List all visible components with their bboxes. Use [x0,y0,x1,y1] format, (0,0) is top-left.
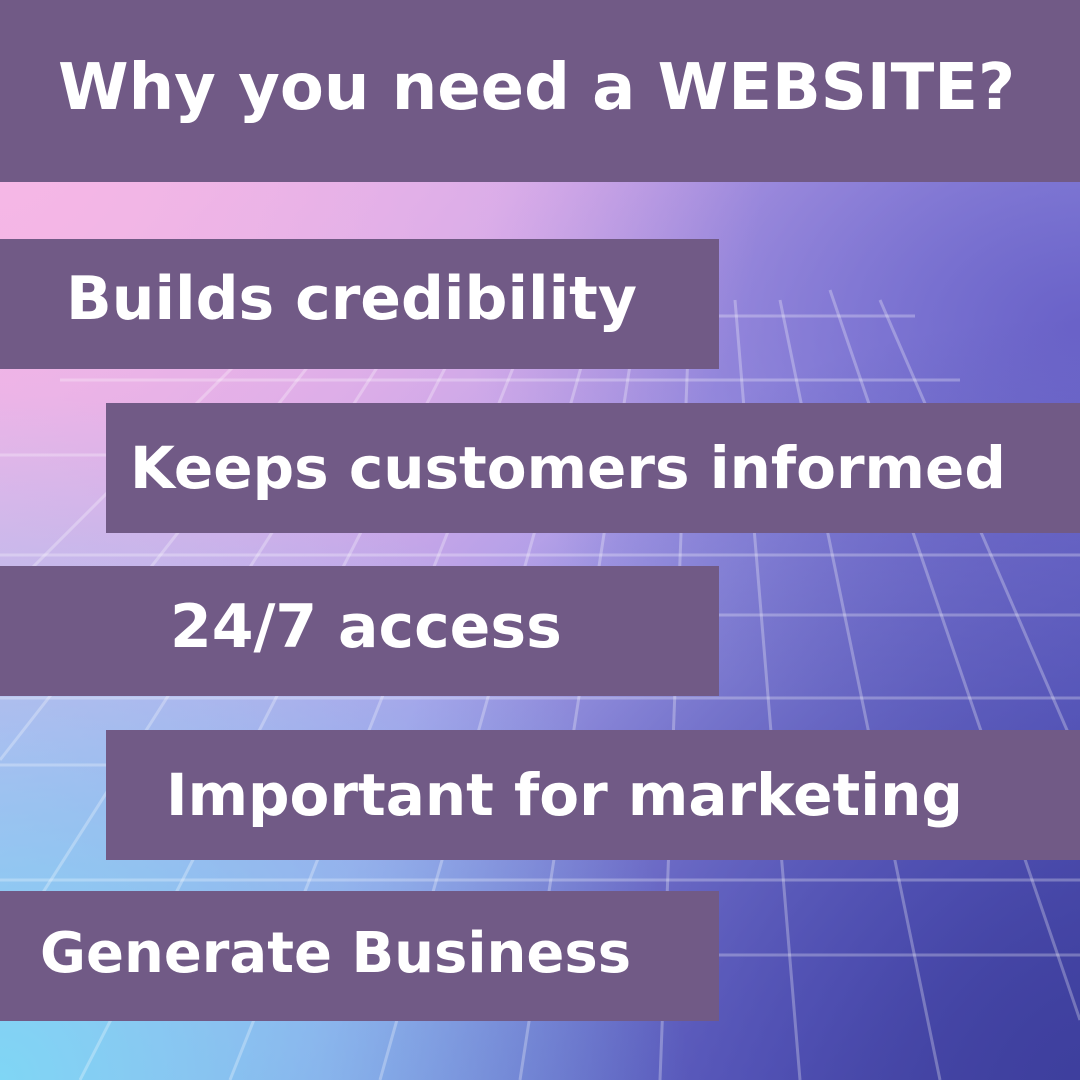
benefit-label: Keeps customers informed [130,434,1006,502]
benefit-banner-business: Generate Business [0,891,719,1021]
benefit-banner-marketing: Important for marketing [106,730,1080,860]
benefit-label: 24/7 access [170,592,562,662]
benefit-banner-customers-informed: Keeps customers informed [106,403,1080,533]
benefit-banner-access: 24/7 access [0,566,719,696]
page-title-banner: Why you need a WEBSITE? [0,0,1080,182]
page-title: Why you need a WEBSITE? [58,51,1016,125]
benefit-label: Important for marketing [166,761,963,829]
benefit-banner-credibility: Builds credibility [0,239,719,369]
benefit-label: Generate Business [40,920,632,986]
benefit-label: Builds credibility [66,264,637,334]
